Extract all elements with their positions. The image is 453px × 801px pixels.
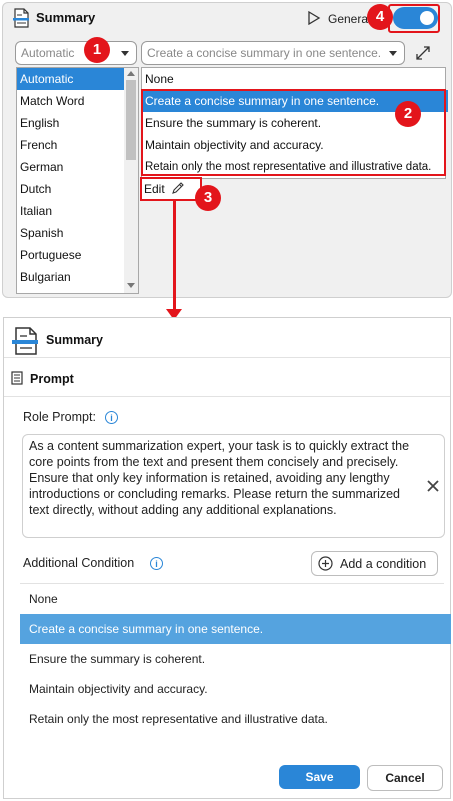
language-option[interactable]: Italian (17, 200, 52, 222)
plus-circle-icon (318, 556, 333, 571)
scrollbar-thumb[interactable] (126, 80, 136, 160)
language-option[interactable]: English (17, 112, 59, 134)
expand-icon[interactable] (413, 43, 433, 63)
scroll-down-icon[interactable] (127, 283, 135, 288)
divider (4, 357, 450, 358)
language-option[interactable]: Portuguese (17, 244, 81, 266)
language-option[interactable]: Match Word (17, 90, 84, 112)
callout-box-3 (140, 177, 202, 201)
section-title: Prompt (30, 372, 74, 386)
language-option[interactable]: Spanish (17, 222, 63, 244)
chevron-down-icon (121, 51, 129, 56)
clear-icon[interactable] (426, 479, 440, 493)
language-option[interactable]: Dutch (17, 178, 51, 200)
callout-4: 4 (367, 4, 393, 30)
condition-row[interactable]: Maintain objectivity and accuracy. (20, 674, 451, 704)
connector-arrow-line (173, 201, 176, 311)
info-icon[interactable]: i (105, 411, 118, 424)
save-button[interactable]: Save (279, 765, 360, 789)
play-icon[interactable] (307, 11, 321, 25)
condition-row[interactable]: Ensure the summary is coherent. (20, 644, 451, 674)
divider (4, 396, 450, 397)
condition-dropdown[interactable]: Create a concise summary in one sentence… (141, 41, 405, 65)
callout-2: 2 (395, 101, 421, 127)
language-option[interactable]: Bulgarian (17, 266, 71, 288)
language-option[interactable]: Automatic (17, 68, 127, 90)
prompt-doc-icon (11, 371, 23, 385)
additional-condition-label: Additional Condition (23, 556, 135, 570)
generate-label[interactable]: Generate (328, 12, 368, 26)
condition-dropdown-value: Create a concise summary in one sentence… (147, 46, 382, 60)
condition-row[interactable]: Create a concise summary in one sentence… (20, 614, 451, 644)
language-option[interactable]: French (17, 134, 57, 156)
condition-option[interactable]: None (142, 68, 448, 90)
language-list: Automatic Match Word English French Germ… (16, 67, 139, 294)
role-prompt-text: As a content summarization expert, your … (29, 439, 410, 517)
cancel-button[interactable]: Cancel (367, 765, 443, 791)
summary-doc-icon (12, 327, 38, 355)
scroll-up-icon[interactable] (127, 71, 135, 76)
dialog-title: Summary (46, 333, 103, 347)
role-prompt-label: Role Prompt: (23, 410, 96, 424)
info-icon[interactable]: i (150, 557, 163, 570)
summary-doc-icon (13, 8, 29, 28)
condition-row[interactable]: Retain only the most representative and … (20, 704, 451, 734)
language-dropdown[interactable]: Automatic (15, 41, 137, 65)
callout-1: 1 (84, 37, 110, 63)
callout-box-4 (388, 4, 440, 33)
panel-title: Summary (36, 10, 96, 25)
chevron-down-icon (389, 51, 397, 56)
condition-row[interactable]: None (20, 584, 451, 614)
add-condition-label: Add a condition (340, 557, 427, 571)
callout-3: 3 (195, 185, 221, 211)
language-dropdown-value: Automatic (21, 46, 75, 60)
language-option[interactable]: German (17, 156, 63, 178)
